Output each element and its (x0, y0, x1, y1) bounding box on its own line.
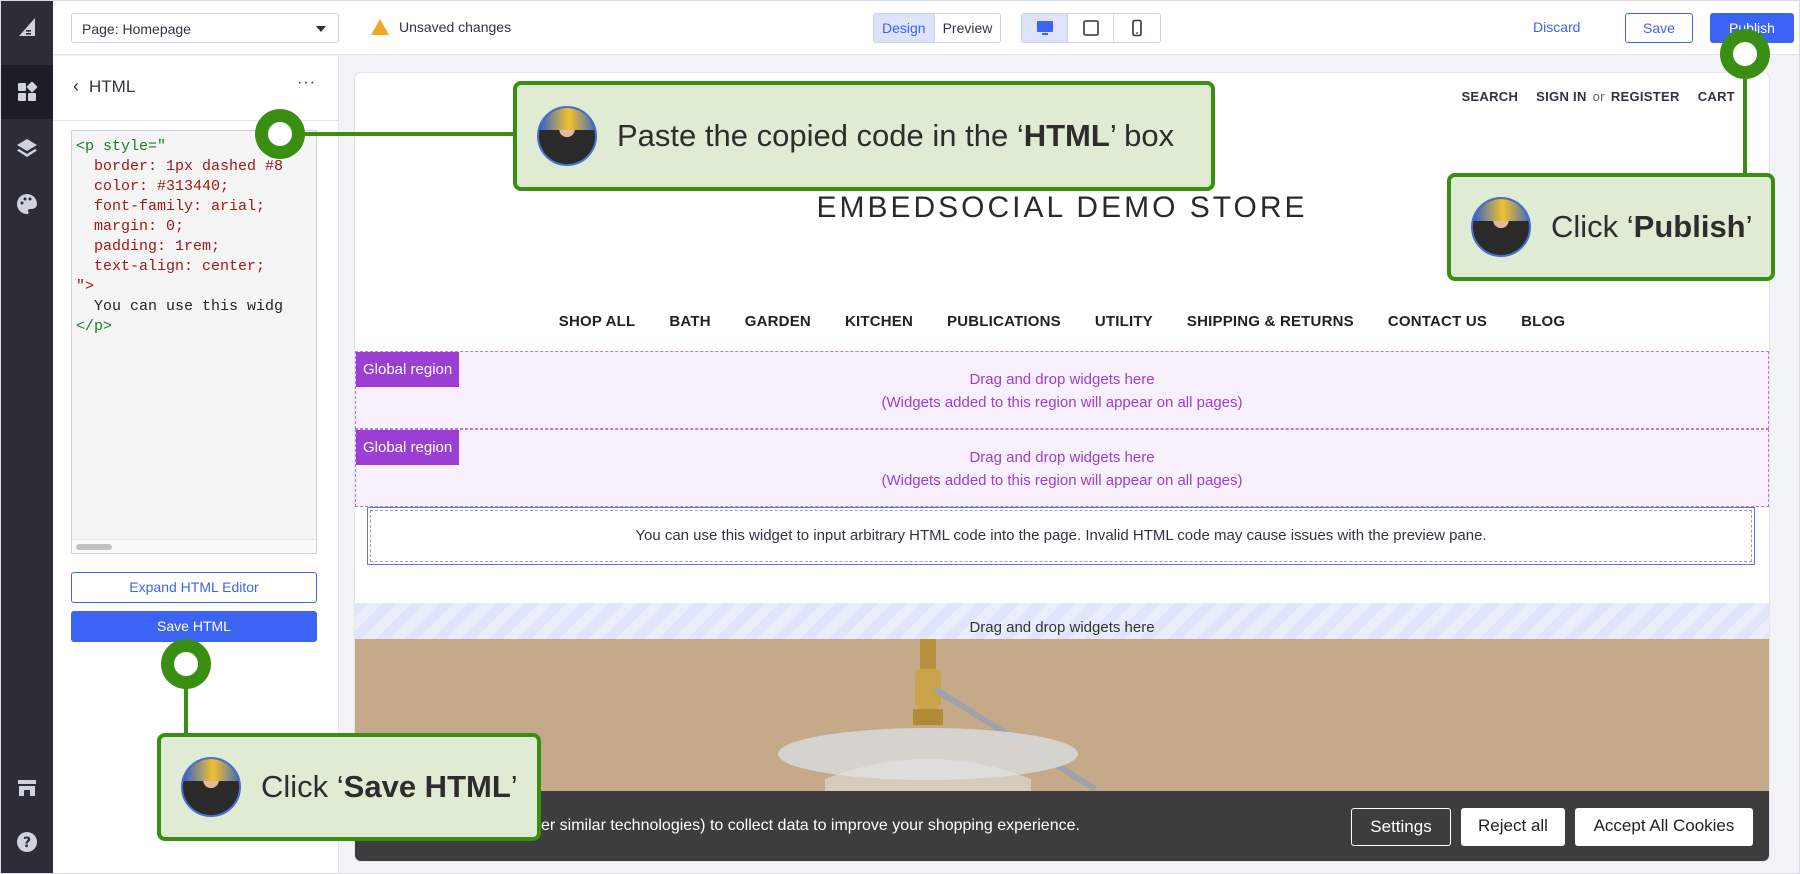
code-line: border: 1px dashed #8 (76, 158, 284, 175)
callout-connector (283, 132, 515, 136)
mode-toggle: Design Preview (873, 13, 1002, 43)
region-hint-note: (Widgets added to this region will appea… (881, 472, 1243, 489)
callout-connector (184, 681, 188, 737)
callout-marker (1720, 29, 1770, 79)
code-line: "> (76, 278, 95, 295)
global-region[interactable]: Global region Drag and drop widgets here… (355, 351, 1769, 429)
nav-item[interactable]: CONTACT US (1388, 313, 1487, 330)
page-selector-value: Page: Homepage (82, 21, 191, 37)
code-line: font-family: arial; (76, 198, 266, 215)
code-line: text-align: center; (76, 258, 266, 275)
code-line: You can use this widg (76, 298, 284, 315)
html-widget[interactable]: You can use this widget to input arbitra… (367, 507, 1755, 565)
device-toggle (1021, 13, 1161, 43)
theme-styles-icon[interactable] (1, 177, 53, 231)
callout-paste-html: Paste the copied code in the ‘HTML’ box (513, 81, 1215, 191)
unsaved-status: Unsaved changes (371, 19, 511, 35)
page-selector[interactable]: Page: Homepage (71, 13, 339, 43)
desktop-view-button[interactable] (1022, 14, 1068, 42)
bigcommerce-logo-icon[interactable] (1, 1, 53, 55)
callout-text: Click ‘Publish’ (1551, 209, 1753, 244)
presenter-avatar (181, 757, 241, 817)
help-icon[interactable]: ? (1, 815, 53, 869)
desktop-icon (1036, 21, 1053, 35)
code-line: margin: 0; (76, 218, 185, 235)
widgets-icon[interactable] (1, 65, 53, 119)
callout-text: Click ‘Save HTML’ (261, 769, 518, 804)
panel-title: HTML (89, 76, 136, 96)
region-label: Global region (356, 430, 460, 465)
storefront-icon[interactable] (1, 761, 53, 815)
code-line: color: #313440; (76, 178, 230, 195)
nav-item[interactable]: SHIPPING & RETURNS (1187, 313, 1354, 330)
nav-item[interactable]: BATH (669, 313, 710, 330)
region-hint-note: (Widgets added to this region will appea… (881, 394, 1243, 411)
widget-drop-zone[interactable]: Drag and drop widgets here (355, 603, 1769, 639)
left-rail: ? (1, 1, 53, 873)
callout-save-html: Click ‘Save HTML’ (157, 733, 541, 841)
callout-marker (255, 109, 305, 159)
warning-icon (371, 19, 389, 35)
discard-button[interactable]: Discard (1533, 19, 1580, 35)
chevron-left-icon[interactable]: ‹ (73, 76, 79, 97)
store-nav: SHOP ALL BATH GARDEN KITCHEN PUBLICATION… (355, 313, 1769, 330)
expand-html-editor-button[interactable]: Expand HTML Editor (71, 572, 317, 603)
accept-all-cookies-button[interactable]: Accept All Cookies (1575, 808, 1753, 846)
nav-item[interactable]: KITCHEN (845, 313, 913, 330)
svg-text:?: ? (23, 835, 31, 851)
nav-item[interactable]: SHOP ALL (559, 313, 636, 330)
sign-in-link[interactable]: SIGN IN (1536, 89, 1587, 104)
reject-all-button[interactable]: Reject all (1461, 808, 1565, 846)
more-options-icon[interactable]: ··· (297, 74, 316, 92)
callout-text: Paste the copied code in the ‘HTML’ box (617, 118, 1175, 153)
cookie-banner: er similar technologies) to collect data… (355, 791, 1769, 861)
code-line: </p> (76, 318, 113, 335)
mobile-icon (1132, 19, 1142, 37)
region-hint: Drag and drop widgets here (969, 371, 1155, 388)
store-header-links: SEARCH SIGN IN or REGISTER CART (1461, 89, 1735, 104)
code-line: <p style=" (76, 138, 167, 155)
code-line: padding: 1rem; (76, 238, 221, 255)
callout-connector (1743, 79, 1747, 175)
top-bar: Page: Homepage Unsaved changes Design Pr… (53, 1, 1799, 55)
cart-link[interactable]: CART (1698, 89, 1735, 104)
cookie-text: er similar technologies) to collect data… (541, 817, 1080, 834)
save-html-button[interactable]: Save HTML (71, 611, 317, 642)
horizontal-scrollbar[interactable] (72, 539, 316, 553)
preview-tab[interactable]: Preview (935, 14, 1001, 42)
mobile-view-button[interactable] (1114, 14, 1160, 42)
page-builder-app: ? Page: Homepage Unsaved changes Design … (0, 0, 1800, 874)
callout-publish: Click ‘Publish’ (1447, 173, 1775, 281)
cookie-settings-button[interactable]: Settings (1351, 808, 1451, 846)
code-content[interactable]: <p style=" border: 1px dashed #8 color: … (72, 131, 316, 343)
nav-item[interactable]: BLOG (1521, 313, 1565, 330)
chevron-down-icon (316, 26, 326, 32)
unsaved-label: Unsaved changes (399, 19, 512, 35)
scrollbar-thumb[interactable] (76, 544, 112, 550)
html-code-editor[interactable]: <p style=" border: 1px dashed #8 color: … (71, 130, 317, 554)
nav-item[interactable]: PUBLICATIONS (947, 313, 1061, 330)
nav-item[interactable]: UTILITY (1095, 313, 1153, 330)
nav-item[interactable]: GARDEN (745, 313, 811, 330)
save-button[interactable]: Save (1625, 13, 1693, 43)
tablet-icon (1082, 20, 1099, 36)
search-link[interactable]: SEARCH (1461, 89, 1518, 104)
global-region[interactable]: Global region Drag and drop widgets here… (355, 429, 1769, 507)
region-label: Global region (356, 352, 460, 387)
or-text: or (1592, 89, 1605, 104)
presenter-avatar (537, 106, 597, 166)
presenter-avatar (1471, 197, 1531, 257)
tablet-view-button[interactable] (1068, 14, 1114, 42)
callout-marker (161, 639, 211, 689)
panel-header[interactable]: ‹ HTML (73, 76, 135, 97)
layers-icon[interactable] (1, 121, 53, 175)
design-tab[interactable]: Design (874, 14, 935, 42)
register-link[interactable]: REGISTER (1611, 89, 1680, 104)
region-hint: Drag and drop widgets here (969, 449, 1155, 466)
